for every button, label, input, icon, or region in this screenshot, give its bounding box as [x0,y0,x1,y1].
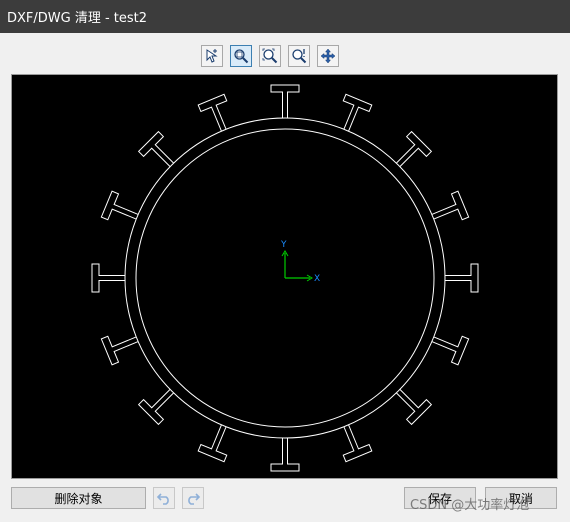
stud-outline [197,424,228,463]
stud-outline [445,263,479,293]
zoom-window-tool-button[interactable] [230,45,252,67]
stud-outline [342,93,373,132]
select-icon [206,49,218,63]
stud [342,93,373,132]
zoom-realtime-tool-button[interactable] [288,45,310,67]
stud [137,389,174,426]
stud [197,424,228,463]
stud [396,389,433,426]
stud [445,263,479,293]
stud [137,130,174,167]
stud-outline [91,263,125,293]
stud [91,263,125,293]
zoom-extents-tool-button[interactable] [259,45,281,67]
stud-outline [342,424,373,463]
pan-tool-button[interactable] [317,45,339,67]
stud-outline [431,190,470,221]
stud [342,424,373,463]
watermark: CSDN @大功率灯泡 [410,498,530,513]
redo-button[interactable] [182,487,204,509]
stud-outline [197,93,228,132]
stud [100,190,139,221]
stud [431,335,470,366]
stud [270,438,300,472]
stud-outline [270,84,300,118]
ucs-icon: Y X [280,240,320,284]
stud-outline [100,335,139,366]
stud [197,93,228,132]
zoom-extents-icon [262,48,278,64]
window-titlebar: DXF/DWG 清理 - test2 [0,0,570,33]
stud-outline [431,335,470,366]
stud-outline [137,389,174,426]
stud [100,335,139,366]
pan-icon [320,48,336,64]
zoom-window-icon [234,49,249,64]
zoom-realtime-icon [292,49,307,64]
drawing-canvas[interactable]: Y X [11,74,558,479]
stud-outline [396,130,433,167]
undo-icon [156,493,169,505]
redo-icon [188,493,201,505]
stud-outline [137,130,174,167]
ucs-y-label: Y [280,240,287,250]
stud [396,130,433,167]
window-title: DXF/DWG 清理 - test2 [7,11,148,26]
undo-button[interactable] [153,487,175,509]
stud-outline [396,389,433,426]
drawing-svg: Y X [91,84,479,472]
stud-outline [100,190,139,221]
select-tool-button[interactable] [201,45,223,67]
stud [270,84,300,118]
delete-objects-button[interactable]: 删除对象 [11,487,146,509]
stud-outline [270,438,300,472]
toolbar [0,33,570,73]
stud [431,190,470,221]
ucs-x-label: X [314,274,320,284]
